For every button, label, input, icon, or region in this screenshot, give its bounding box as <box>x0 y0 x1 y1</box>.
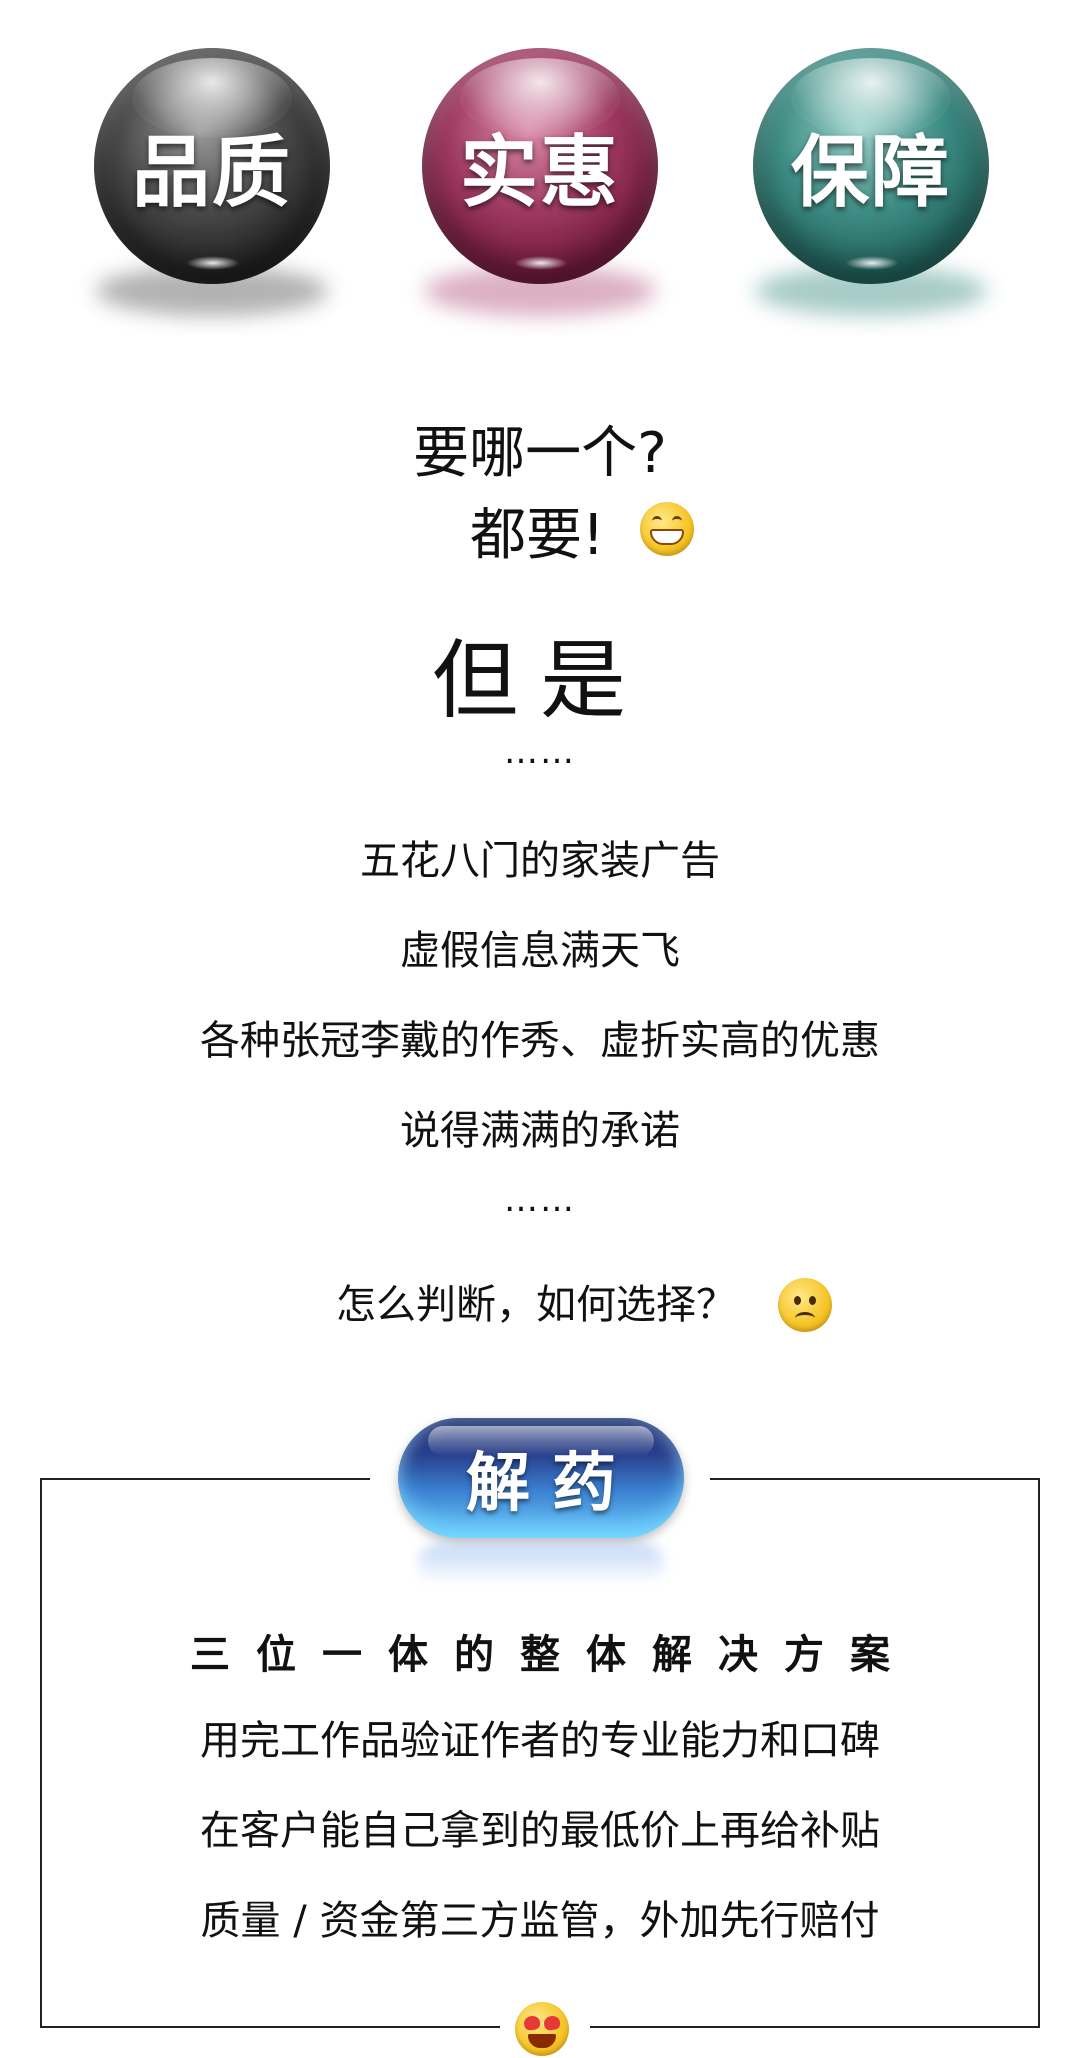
question-text: 要哪一个? <box>413 421 667 486</box>
sphere-quality: 品质 <box>86 40 336 320</box>
answer-text: 都要! <box>470 503 605 568</box>
sphere-label: 实惠 <box>459 128 620 218</box>
problem-line: 虚假信息满天飞 <box>400 928 680 974</box>
ellipsis: …… <box>504 1180 576 1220</box>
solution-point: 质量 / 资金第三方监管，外加先行赔付 <box>200 1898 880 1944</box>
solution-badge: 解药 <box>398 1418 684 1538</box>
but-heading: 但是 <box>432 631 648 731</box>
solution-heading: 三位一体的整体解决方案 <box>190 1632 916 1678</box>
problem-line: 说得满满的承诺 <box>400 1108 680 1154</box>
problem-line: 各种张冠李戴的作秀、虚折实高的优惠 <box>200 1018 880 1064</box>
badge-reflection <box>418 1544 664 1584</box>
badge-label: 解药 <box>466 1447 638 1521</box>
sphere-ball: 实惠 <box>422 48 658 284</box>
sphere-value: 实惠 <box>414 40 664 320</box>
solution-point: 用完工作品验证作者的专业能力和口碑 <box>200 1718 880 1764</box>
sphere-ball: 保障 <box>753 48 989 284</box>
sphere-ball: 品质 <box>94 48 330 284</box>
sad-face-icon <box>778 1278 832 1332</box>
problem-line: 五花八门的家装广告 <box>360 838 720 884</box>
heart-eyes-face-icon <box>515 2002 569 2056</box>
sphere-label: 品质 <box>131 128 292 218</box>
sphere-label: 保障 <box>790 128 951 218</box>
sphere-guarantee: 保障 <box>745 40 995 320</box>
solution-point: 在客户能自己拿到的最低价上再给补贴 <box>200 1808 880 1854</box>
ellipsis: …… <box>504 732 576 772</box>
grinning-face-icon <box>640 502 694 556</box>
question-choose: 怎么判断，如何选择？ <box>336 1282 736 1328</box>
